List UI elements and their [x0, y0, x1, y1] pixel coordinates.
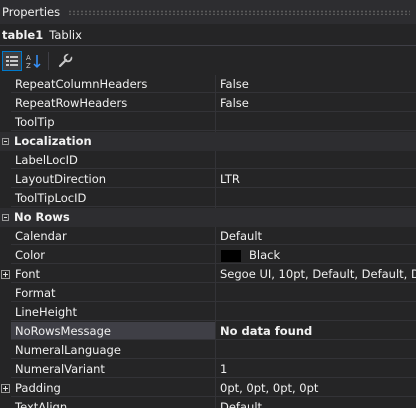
property-value[interactable] [216, 151, 416, 169]
property-name: TextAlign [11, 398, 215, 408]
property-row-line-height[interactable]: LineHeight [0, 303, 416, 322]
object-type: Tablix [49, 27, 82, 42]
categorized-button[interactable] [2, 50, 22, 71]
property-value[interactable]: False [216, 94, 416, 112]
property-row-numeral-variant[interactable]: NumeralVariant 1 [0, 360, 416, 379]
property-name: LabelLocID [11, 151, 215, 169]
object-name: table1 [2, 27, 44, 42]
property-name: RepeatColumnHeaders [11, 75, 215, 93]
property-name: Font [11, 265, 215, 283]
window-title: Properties [2, 5, 61, 19]
property-name: NumeralVariant [11, 360, 215, 378]
category-label: Localization [0, 132, 416, 151]
property-name: RepeatRowHeaders [11, 94, 215, 112]
property-row-tooltip[interactable]: ToolTip [0, 113, 416, 132]
property-value[interactable]: Segoe UI, 10pt, Default, Default, Defaul… [216, 265, 416, 283]
property-row-color[interactable]: Color Black [0, 246, 416, 265]
property-row-numeral-language[interactable]: NumeralLanguage [0, 341, 416, 360]
drag-grip[interactable] [68, 9, 410, 15]
property-row-repeat-row-headers[interactable]: RepeatRowHeaders False [0, 94, 416, 113]
property-value[interactable]: 1 [216, 360, 416, 378]
property-name: Format [11, 284, 215, 302]
property-value[interactable] [216, 113, 416, 131]
svg-text:A: A [26, 54, 31, 62]
property-row-no-rows-message[interactable]: NoRowsMessage No data found [0, 322, 416, 341]
property-row-padding[interactable]: Padding 0pt, 0pt, 0pt, 0pt [0, 379, 416, 398]
property-row-repeat-column-headers[interactable]: RepeatColumnHeaders False [0, 75, 416, 94]
expand-icon[interactable] [1, 384, 10, 393]
property-row-layout-direction[interactable]: LayoutDirection LTR [0, 170, 416, 189]
property-row-font[interactable]: Font Segoe UI, 10pt, Default, Default, D… [0, 265, 416, 284]
property-value[interactable]: 0pt, 0pt, 0pt, 0pt [216, 379, 416, 397]
categorized-icon [6, 55, 18, 66]
properties-toolbar: A Z [0, 47, 416, 74]
property-name: Color [11, 246, 215, 264]
property-value[interactable]: LTR [216, 170, 416, 188]
category-localization[interactable]: Localization [0, 132, 416, 151]
expand-icon[interactable] [1, 270, 10, 279]
category-label: No Rows [0, 208, 416, 227]
property-value[interactable] [216, 303, 416, 321]
property-value[interactable]: No data found [216, 322, 416, 340]
property-pages-wrench-icon [58, 52, 73, 67]
property-name: ToolTipLocID [11, 189, 215, 207]
property-row-calendar[interactable]: Calendar Default [0, 227, 416, 246]
color-value-text: Black [249, 248, 281, 262]
alphabetical-button[interactable]: A Z [24, 51, 44, 71]
svg-text:Z: Z [26, 62, 31, 69]
property-value[interactable] [216, 284, 416, 302]
property-value[interactable]: False [216, 75, 416, 93]
object-selector[interactable]: table1 Tablix [0, 24, 416, 46]
property-value[interactable]: Black [216, 246, 416, 264]
property-value[interactable]: Default [216, 227, 416, 245]
property-row-text-align[interactable]: TextAlign Default [0, 398, 416, 408]
category-no-rows[interactable]: No Rows [0, 208, 416, 227]
property-value[interactable] [216, 189, 416, 207]
property-row-format[interactable]: Format [0, 284, 416, 303]
collapse-icon[interactable] [2, 138, 9, 145]
toolbar-separator [48, 51, 49, 70]
alphabetical-sort-icon: A Z [26, 54, 41, 69]
property-name: LayoutDirection [11, 170, 215, 188]
property-name: NoRowsMessage [11, 322, 215, 340]
property-value[interactable] [216, 341, 416, 359]
color-swatch [221, 249, 241, 262]
property-grid: RepeatColumnHeaders False RepeatRowHeade… [0, 75, 416, 408]
properties-title-bar[interactable]: Properties [0, 0, 416, 24]
property-row-label-loc-id[interactable]: LabelLocID [0, 151, 416, 170]
property-pages-button[interactable] [55, 51, 75, 71]
property-name: ToolTip [11, 113, 215, 131]
property-name: NumeralLanguage [11, 341, 215, 359]
property-name: LineHeight [11, 303, 215, 321]
property-row-tooltip-loc-id[interactable]: ToolTipLocID [0, 189, 416, 208]
property-name: Padding [11, 379, 215, 397]
property-name: Calendar [11, 227, 215, 245]
property-value[interactable]: Default [216, 398, 416, 408]
collapse-icon[interactable] [2, 214, 9, 221]
